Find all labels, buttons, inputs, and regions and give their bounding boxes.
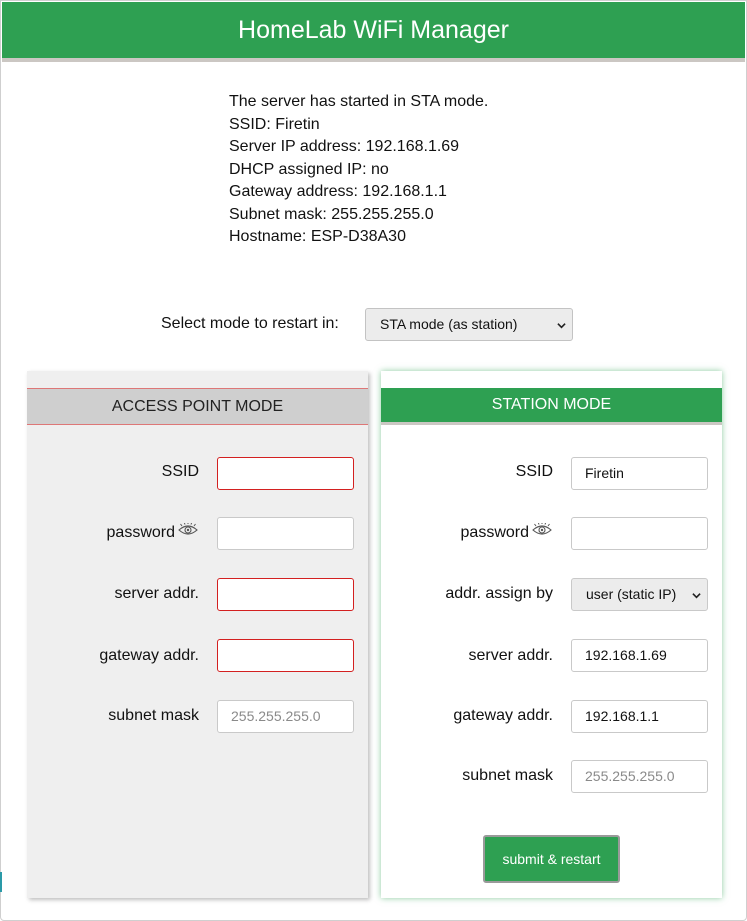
- sta-subnet-mask-label: subnet mask: [462, 767, 553, 784]
- header-divider: [2, 58, 745, 62]
- sta-password-input[interactable]: [571, 517, 708, 550]
- status-gateway-line: Gateway address: 192.168.1.1: [229, 183, 447, 200]
- access-point-title: ACCESS POINT MODE: [27, 388, 368, 425]
- chevron-down-icon: [692, 592, 701, 598]
- sta-addr-assign-value: user (static IP): [586, 586, 677, 602]
- ap-subnet-mask-label: subnet mask: [108, 707, 199, 724]
- status-subnet-line: Subnet mask: 255.255.255.0: [229, 205, 434, 223]
- restart-mode-select[interactable]: STA mode (as station): [365, 308, 573, 341]
- status-server-ip-line: Server IP address: 192.168.1.69: [229, 138, 460, 155]
- ap-password-input[interactable]: [217, 517, 354, 550]
- ap-ssid-label: SSID: [161, 463, 199, 480]
- app-header: HomeLab WiFi Manager: [2, 2, 745, 58]
- server-status-info: The server has started in STA mode. SSID…: [229, 91, 488, 249]
- eye-icon[interactable]: [532, 523, 552, 537]
- sta-server-addr-input[interactable]: 192.168.1.69: [571, 639, 708, 672]
- window-edge-marker: [0, 872, 2, 892]
- sta-gateway-addr-label: gateway addr.: [453, 707, 553, 724]
- status-ssid-line: SSID: Firetin: [229, 115, 320, 133]
- ap-gateway-addr-input[interactable]: [217, 639, 354, 672]
- station-panel: STATION MODE SSID Firetin password addr.…: [381, 371, 722, 898]
- status-mode-line: The server has started in STA mode.: [229, 93, 489, 110]
- status-dhcp-line: DHCP assigned IP: no: [229, 160, 389, 178]
- chevron-down-icon: [557, 322, 566, 328]
- status-hostname-line: Hostname: ESP-D38A30: [229, 228, 406, 245]
- sta-password-label: password: [460, 524, 529, 541]
- sta-addr-assign-select[interactable]: user (static IP): [571, 578, 708, 611]
- sta-server-addr-label: server addr.: [468, 647, 553, 664]
- sta-subnet-mask-input[interactable]: 255.255.255.0: [571, 760, 708, 793]
- page-title: HomeLab WiFi Manager: [238, 16, 509, 44]
- ap-password-label: password: [106, 524, 175, 541]
- ap-ssid-input[interactable]: [217, 457, 354, 490]
- submit-restart-button[interactable]: submit & restart: [483, 835, 620, 883]
- sta-addr-assign-label: addr. assign by: [445, 585, 553, 602]
- access-point-panel: ACCESS POINT MODE SSID password server a…: [27, 371, 368, 898]
- ap-gateway-addr-label: gateway addr.: [99, 647, 199, 664]
- restart-mode-value: STA mode (as station): [380, 316, 518, 332]
- sta-gateway-addr-input[interactable]: 192.168.1.1: [571, 700, 708, 733]
- eye-icon[interactable]: [178, 523, 198, 537]
- restart-mode-row: Select mode to restart in: STA mode (as …: [0, 308, 747, 341]
- ap-server-addr-label: server addr.: [114, 585, 199, 602]
- ap-subnet-mask-input[interactable]: 255.255.255.0: [217, 700, 354, 733]
- ap-server-addr-input[interactable]: [217, 578, 354, 611]
- station-title: STATION MODE: [381, 388, 722, 425]
- sta-ssid-label: SSID: [515, 463, 553, 480]
- sta-ssid-input[interactable]: Firetin: [571, 457, 708, 490]
- restart-mode-label: Select mode to restart in:: [161, 315, 339, 332]
